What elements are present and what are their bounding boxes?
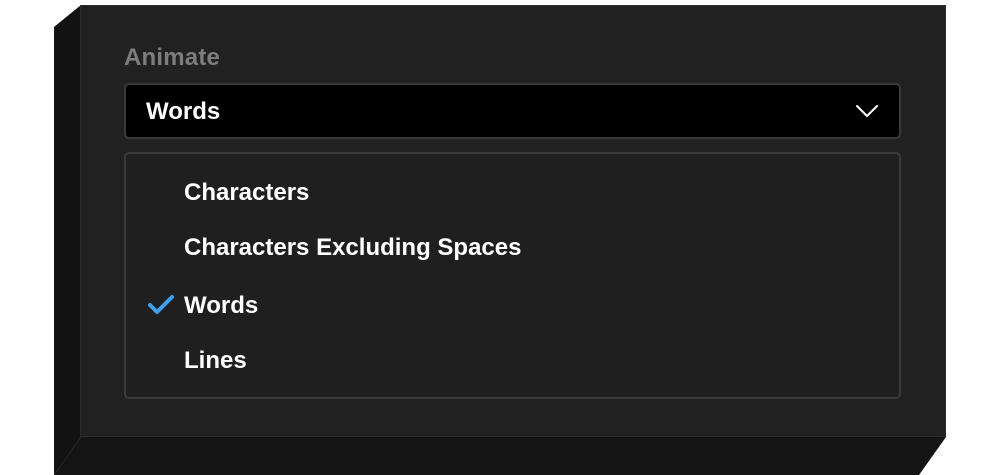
- option-characters[interactable]: Characters: [126, 166, 899, 220]
- option-characters-excluding-spaces[interactable]: Characters Excluding Spaces: [126, 221, 899, 275]
- option-words[interactable]: Words: [126, 279, 899, 333]
- animate-panel: Animate Words Characters Characters Excl…: [80, 5, 946, 437]
- animate-select[interactable]: Words: [124, 83, 901, 139]
- chevron-down-icon: [856, 105, 878, 117]
- stage: Animate Words Characters Characters Excl…: [0, 0, 1000, 475]
- panel-side-left: [54, 5, 81, 475]
- option-label: Words: [184, 292, 259, 319]
- panel-side-bottom: [54, 437, 946, 475]
- option-label: Characters: [184, 179, 310, 206]
- option-label: Lines: [184, 347, 247, 374]
- option-label: Characters Excluding Spaces: [184, 234, 522, 261]
- option-lines[interactable]: Lines: [126, 334, 899, 388]
- checkmark-icon: [148, 295, 174, 314]
- animate-label: Animate: [124, 44, 221, 71]
- animate-selected-value: Words: [146, 98, 221, 125]
- animate-options-menu: Characters Characters Excluding Spaces W…: [124, 152, 901, 399]
